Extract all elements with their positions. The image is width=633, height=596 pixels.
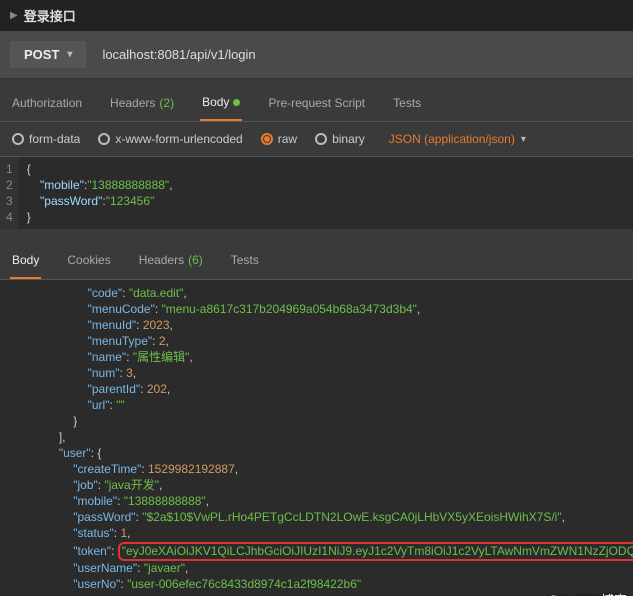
request-tabs: Authorization Headers (2) Body Pre-reque… — [0, 79, 633, 122]
watermark: @51CTO博客 — [546, 593, 627, 596]
response-body[interactable]: "code": "data.edit", "menuCode": "menu-a… — [0, 280, 633, 596]
restab-tests[interactable]: Tests — [229, 247, 261, 279]
line-gutter: 1234 — [0, 157, 19, 229]
format-select[interactable]: JSON (application/json) ▾ — [389, 132, 526, 146]
response-tabs: Body Cookies Headers (6) Tests — [0, 237, 633, 280]
method-select[interactable]: POST ▾ — [10, 41, 86, 68]
titlebar: ▶ 登录接口 — [0, 0, 633, 31]
radio-xwww[interactable]: x-www-form-urlencoded — [98, 132, 242, 146]
tab-body[interactable]: Body — [200, 89, 242, 121]
headers-count: (2) — [159, 96, 174, 110]
chevron-down-icon: ▾ — [67, 49, 72, 60]
tab-headers[interactable]: Headers (2) — [108, 89, 176, 121]
code-area[interactable]: { "mobile":"13888888888", "passWord":"12… — [19, 157, 181, 229]
resp-headers-count: (6) — [188, 253, 203, 269]
method-label: POST — [24, 47, 59, 62]
request-row: POST ▾ localhost:8081/api/v1/login — [0, 31, 633, 79]
tab-prerequest[interactable]: Pre-request Script — [266, 89, 367, 121]
request-body-editor[interactable]: 1234 { "mobile":"13888888888", "passWord… — [0, 157, 633, 229]
restab-headers[interactable]: Headers (6) — [137, 247, 205, 279]
url-input[interactable]: localhost:8081/api/v1/login — [98, 41, 623, 68]
restab-cookies[interactable]: Cookies — [65, 247, 112, 279]
restab-body[interactable]: Body — [10, 247, 41, 279]
radio-binary[interactable]: binary — [315, 132, 365, 146]
request-title: 登录接口 — [24, 6, 76, 25]
modified-dot-icon — [233, 99, 240, 106]
collapse-icon[interactable]: ▶ — [10, 10, 18, 21]
chevron-down-icon: ▾ — [521, 134, 526, 145]
radio-raw[interactable]: raw — [261, 132, 297, 146]
body-type-row: form-data x-www-form-urlencoded raw bina… — [0, 122, 633, 157]
radio-formdata[interactable]: form-data — [12, 132, 80, 146]
tab-tests[interactable]: Tests — [391, 89, 423, 121]
tab-authorization[interactable]: Authorization — [10, 89, 84, 121]
token-highlight: "eyJ0eXAiOiJKV1QiLCJhbGciOiJIUzI1NiJ9.ey… — [118, 542, 633, 561]
